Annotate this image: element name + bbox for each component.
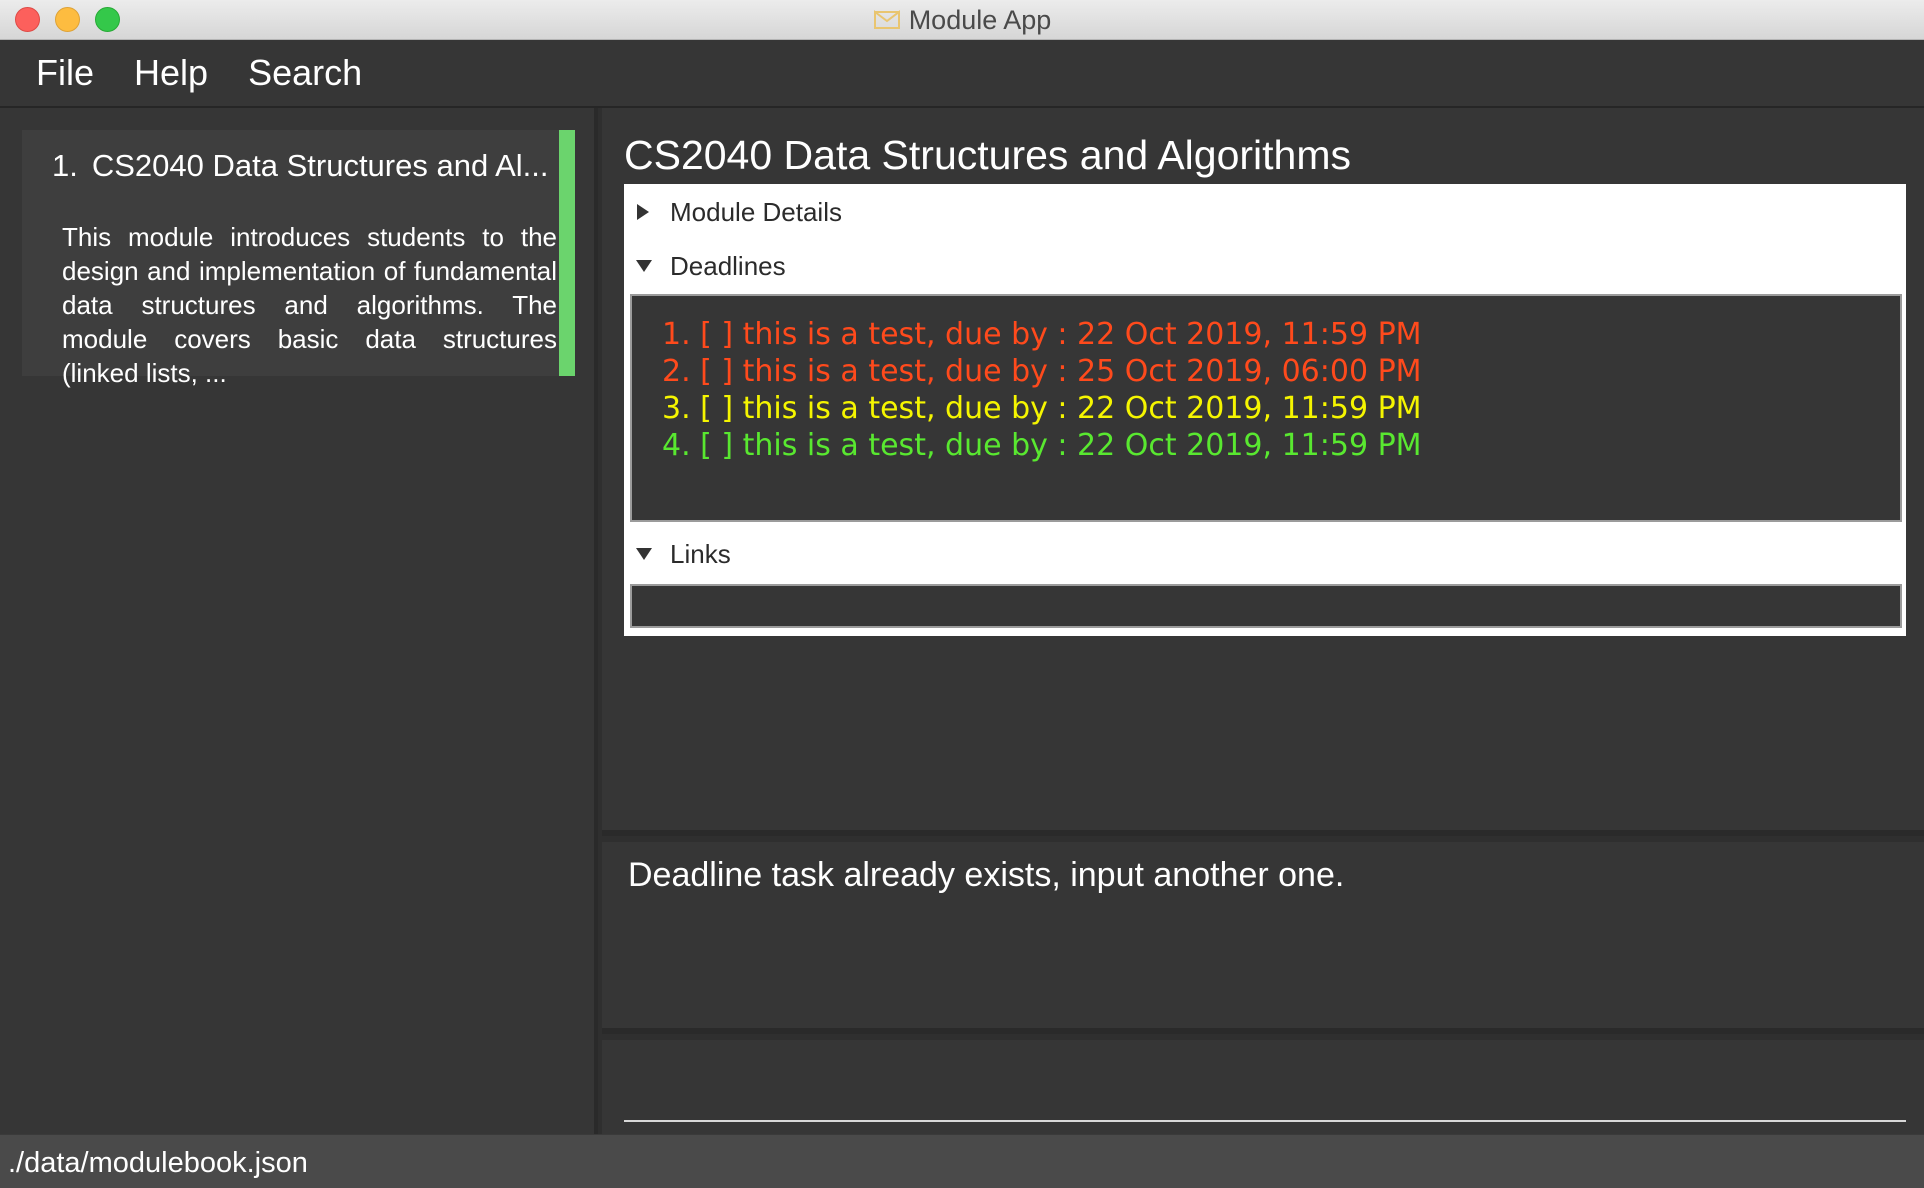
chevron-down-icon	[636, 547, 670, 561]
menu-help[interactable]: Help	[134, 52, 208, 94]
window-titlebar: Module App	[0, 0, 1924, 40]
deadline-item[interactable]: 1. [ ] this is a test, due by : 22 Oct 2…	[662, 316, 1900, 353]
deadline-item[interactable]: 3. [ ] this is a test, due by : 22 Oct 2…	[662, 390, 1900, 427]
deadline-item[interactable]: 2. [ ] this is a test, due by : 25 Oct 2…	[662, 353, 1900, 390]
module-card-accent-bar	[559, 130, 575, 376]
module-list-panel: 1. CS2040 Data Structures and Al... This …	[0, 108, 598, 1134]
module-card-description: This module introduces students to the d…	[62, 222, 557, 388]
deadlines-header[interactable]: Deadlines	[624, 240, 1906, 292]
module-view-panel: CS2040 Data Structures and Algorithms Mo…	[602, 108, 1924, 836]
deadline-list: 1. [ ] this is a test, due by : 22 Oct 2…	[630, 294, 1902, 522]
module-card-index: 1.	[52, 148, 78, 183]
menu-search[interactable]: Search	[248, 52, 362, 94]
module-heading: CS2040 Data Structures and Algorithms	[624, 132, 1351, 178]
module-card-title: 1. CS2040 Data Structures and Al...	[52, 148, 557, 184]
module-details-header[interactable]: Module Details	[624, 186, 1906, 238]
result-display-panel: Deadline task already exists, input anot…	[602, 842, 1924, 1034]
module-list-item[interactable]: 1. CS2040 Data Structures and Al... This …	[22, 130, 575, 388]
menu-file[interactable]: File	[36, 52, 94, 94]
chevron-right-icon	[636, 204, 670, 220]
command-input[interactable]	[624, 1050, 1906, 1122]
envelope-logo-icon	[873, 9, 901, 31]
module-card-name: CS2040 Data Structures and Al...	[91, 148, 549, 183]
links-list	[630, 584, 1902, 628]
result-message: Deadline task already exists, input anot…	[628, 856, 1345, 894]
module-accordion: Module Details Deadlines 1. [ ] this is …	[624, 184, 1906, 636]
window-title: Module App	[908, 4, 1052, 35]
deadline-item[interactable]: 4. [ ] this is a test, due by : 22 Oct 2…	[662, 427, 1900, 464]
links-header[interactable]: Links	[624, 528, 1906, 580]
chevron-down-icon	[636, 259, 670, 273]
save-file-path: ./data/modulebook.json	[8, 1147, 308, 1179]
links-label: Links	[670, 538, 731, 569]
command-panel	[602, 1040, 1924, 1134]
window-title-group: Module App	[0, 0, 1924, 40]
status-bar: ./data/modulebook.json	[0, 1134, 1924, 1188]
deadlines-label: Deadlines	[670, 250, 786, 281]
module-details-label: Module Details	[670, 196, 842, 227]
menu-bar: File Help Search	[0, 40, 1924, 108]
